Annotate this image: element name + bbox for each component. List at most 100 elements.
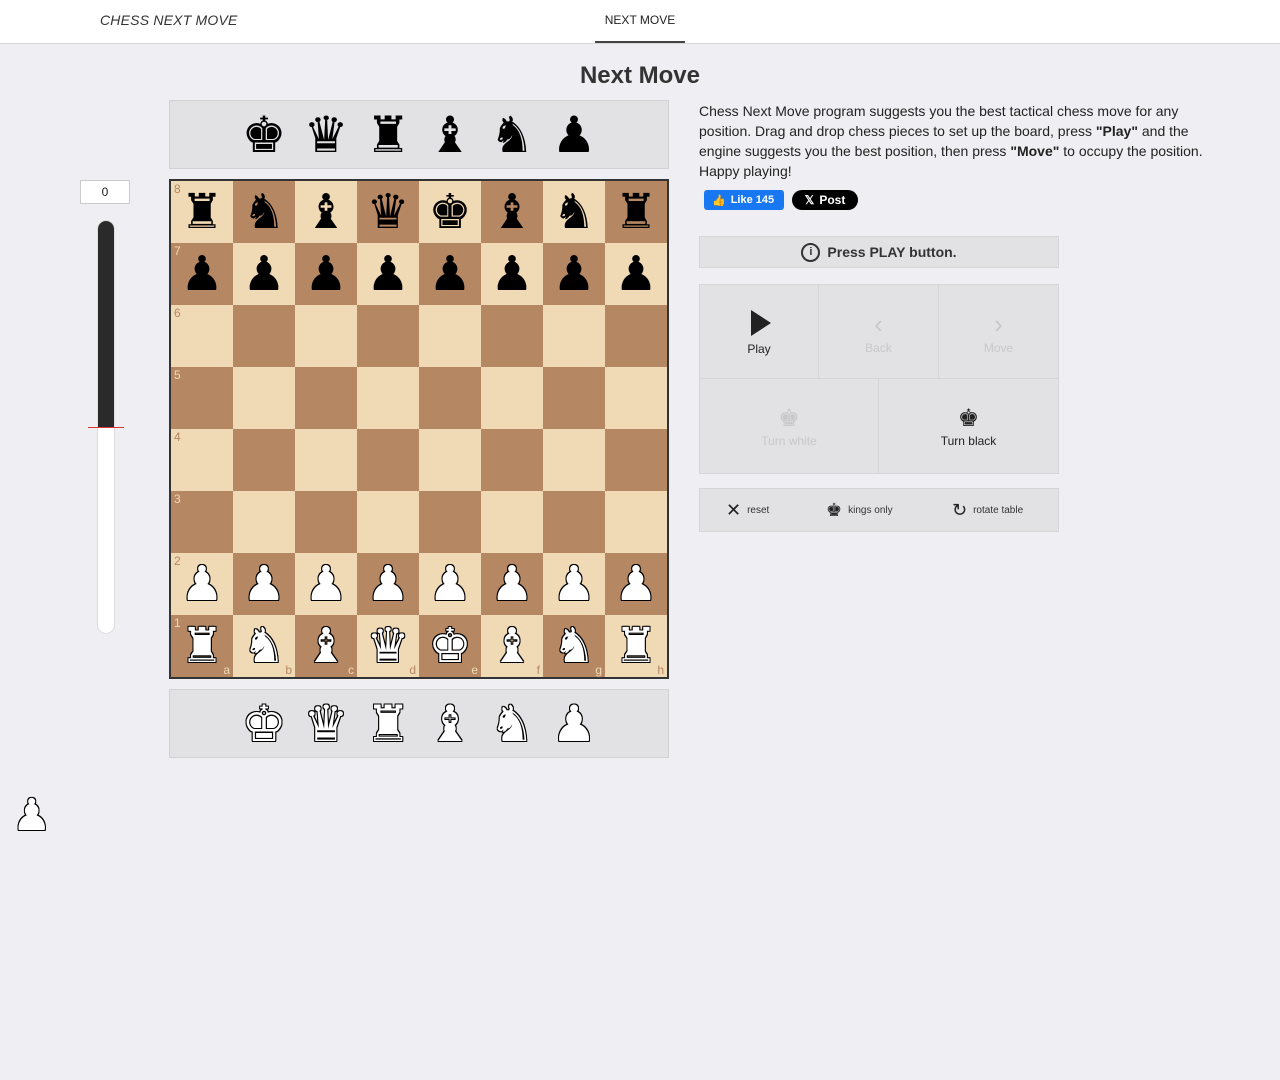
square-f7[interactable]: ♟ [481,243,543,305]
black-king-tray-piece[interactable]: ♚ [233,104,295,166]
square-h2[interactable]: ♟ [605,553,667,615]
chess-board[interactable]: 8 ♜ ♞ ♝ ♛ ♚ ♝ ♞ ♜ 7 ♟ ♟ ♟ ♟ ♟ ♟ ♟ ♟ 6 5 4 3 2 ♟ ♟ ♟ ♟ ♟ ♟ ♟ ♟ 1 a ♜ b ♞ c ♝ d ♛… [169,179,669,679]
square-d8[interactable]: ♛ [357,181,419,243]
white-bishop-piece[interactable]: ♝ [490,622,533,670]
square-g5[interactable] [543,367,605,429]
square-f4[interactable] [481,429,543,491]
square-h7[interactable]: ♟ [605,243,667,305]
black-pawn-piece[interactable]: ♟ [490,250,533,298]
white-bishop-piece[interactable]: ♝ [304,622,347,670]
square-b5[interactable] [233,367,295,429]
square-e4[interactable] [419,429,481,491]
black-queen-piece[interactable]: ♛ [366,188,409,236]
square-h1[interactable]: h ♜ [605,615,667,677]
square-h4[interactable] [605,429,667,491]
black-pawn-piece[interactable]: ♟ [552,250,595,298]
black-pawn-piece[interactable]: ♟ [614,250,657,298]
square-c5[interactable] [295,367,357,429]
black-knight-tray-piece[interactable]: ♞ [481,104,543,166]
black-rook-piece[interactable]: ♜ [180,188,223,236]
site-brand[interactable]: CHESS NEXT MOVE [100,12,238,28]
square-b4[interactable] [233,429,295,491]
square-f5[interactable] [481,367,543,429]
square-d7[interactable]: ♟ [357,243,419,305]
white-pawn-piece[interactable]: ♟ [428,560,471,608]
white-knight-tray-piece[interactable]: ♞ [481,693,543,755]
white-pawn-piece[interactable]: ♟ [304,560,347,608]
black-pawn-piece[interactable]: ♟ [180,250,223,298]
square-a8[interactable]: 8 ♜ [171,181,233,243]
black-rook-tray-piece[interactable]: ♜ [357,104,419,166]
black-pawn-piece[interactable]: ♟ [366,250,409,298]
square-a7[interactable]: 7 ♟ [171,243,233,305]
square-h5[interactable] [605,367,667,429]
square-e3[interactable] [419,491,481,553]
square-h8[interactable]: ♜ [605,181,667,243]
square-a4[interactable]: 4 [171,429,233,491]
square-f8[interactable]: ♝ [481,181,543,243]
square-d5[interactable] [357,367,419,429]
black-knight-piece[interactable]: ♞ [242,188,285,236]
white-bishop-tray-piece[interactable]: ♝ [419,693,481,755]
white-pawn-piece[interactable]: ♟ [614,560,657,608]
kings-only-button[interactable]: ♚ kings only [826,500,893,521]
square-h3[interactable] [605,491,667,553]
square-g4[interactable] [543,429,605,491]
white-queen-tray-piece[interactable]: ♛ [295,693,357,755]
square-g2[interactable]: ♟ [543,553,605,615]
square-g7[interactable]: ♟ [543,243,605,305]
white-knight-piece[interactable]: ♞ [552,622,595,670]
black-rook-piece[interactable]: ♜ [614,188,657,236]
square-d3[interactable] [357,491,419,553]
white-pawn-piece[interactable]: ♟ [552,560,595,608]
square-c7[interactable]: ♟ [295,243,357,305]
square-g1[interactable]: g ♞ [543,615,605,677]
turn-white-button[interactable]: ♚ Turn white [700,379,879,473]
square-f1[interactable]: f ♝ [481,615,543,677]
reset-button[interactable]: ✕ reset [726,500,769,521]
facebook-like-button[interactable]: 👍 Like 145 [704,190,784,210]
black-pawn-piece[interactable]: ♟ [428,250,471,298]
white-king-tray-piece[interactable]: ♚ [233,693,295,755]
black-king-piece[interactable]: ♚ [428,188,471,236]
square-h6[interactable] [605,305,667,367]
square-c3[interactable] [295,491,357,553]
square-c1[interactable]: c ♝ [295,615,357,677]
square-e7[interactable]: ♟ [419,243,481,305]
white-rook-piece[interactable]: ♜ [180,622,223,670]
square-b3[interactable] [233,491,295,553]
square-e1[interactable]: e ♚ [419,615,481,677]
square-d2[interactable]: ♟ [357,553,419,615]
white-rook-piece[interactable]: ♜ [614,622,657,670]
square-c8[interactable]: ♝ [295,181,357,243]
black-pawn-tray-piece[interactable]: ♟ [543,104,605,166]
turn-black-button[interactable]: ♚ Turn black [879,379,1058,473]
square-f6[interactable] [481,305,543,367]
white-rook-tray-piece[interactable]: ♜ [357,693,419,755]
square-a2[interactable]: 2 ♟ [171,553,233,615]
white-pawn-piece[interactable]: ♟ [242,560,285,608]
square-g3[interactable] [543,491,605,553]
square-d1[interactable]: d ♛ [357,615,419,677]
square-e2[interactable]: ♟ [419,553,481,615]
black-pawn-piece[interactable]: ♟ [304,250,347,298]
square-g8[interactable]: ♞ [543,181,605,243]
square-e5[interactable] [419,367,481,429]
square-d4[interactable] [357,429,419,491]
square-d6[interactable] [357,305,419,367]
square-f2[interactable]: ♟ [481,553,543,615]
square-a1[interactable]: 1 a ♜ [171,615,233,677]
square-a5[interactable]: 5 [171,367,233,429]
x-post-button[interactable]: 𝕏 Post [792,190,858,210]
white-pawn-piece[interactable]: ♟ [366,560,409,608]
play-button[interactable]: Play [700,285,819,379]
white-king-piece[interactable]: ♚ [428,622,471,670]
white-pawn-icon[interactable]: ♟ [12,790,51,841]
rotate-table-button[interactable]: ↻ rotate table [952,500,1023,521]
square-a3[interactable]: 3 [171,491,233,553]
tab-next-move[interactable]: NEXT MOVE [595,0,685,43]
back-button[interactable]: ‹ Back [819,285,939,379]
black-queen-tray-piece[interactable]: ♛ [295,104,357,166]
white-pawn-tray-piece[interactable]: ♟ [543,693,605,755]
square-f3[interactable] [481,491,543,553]
